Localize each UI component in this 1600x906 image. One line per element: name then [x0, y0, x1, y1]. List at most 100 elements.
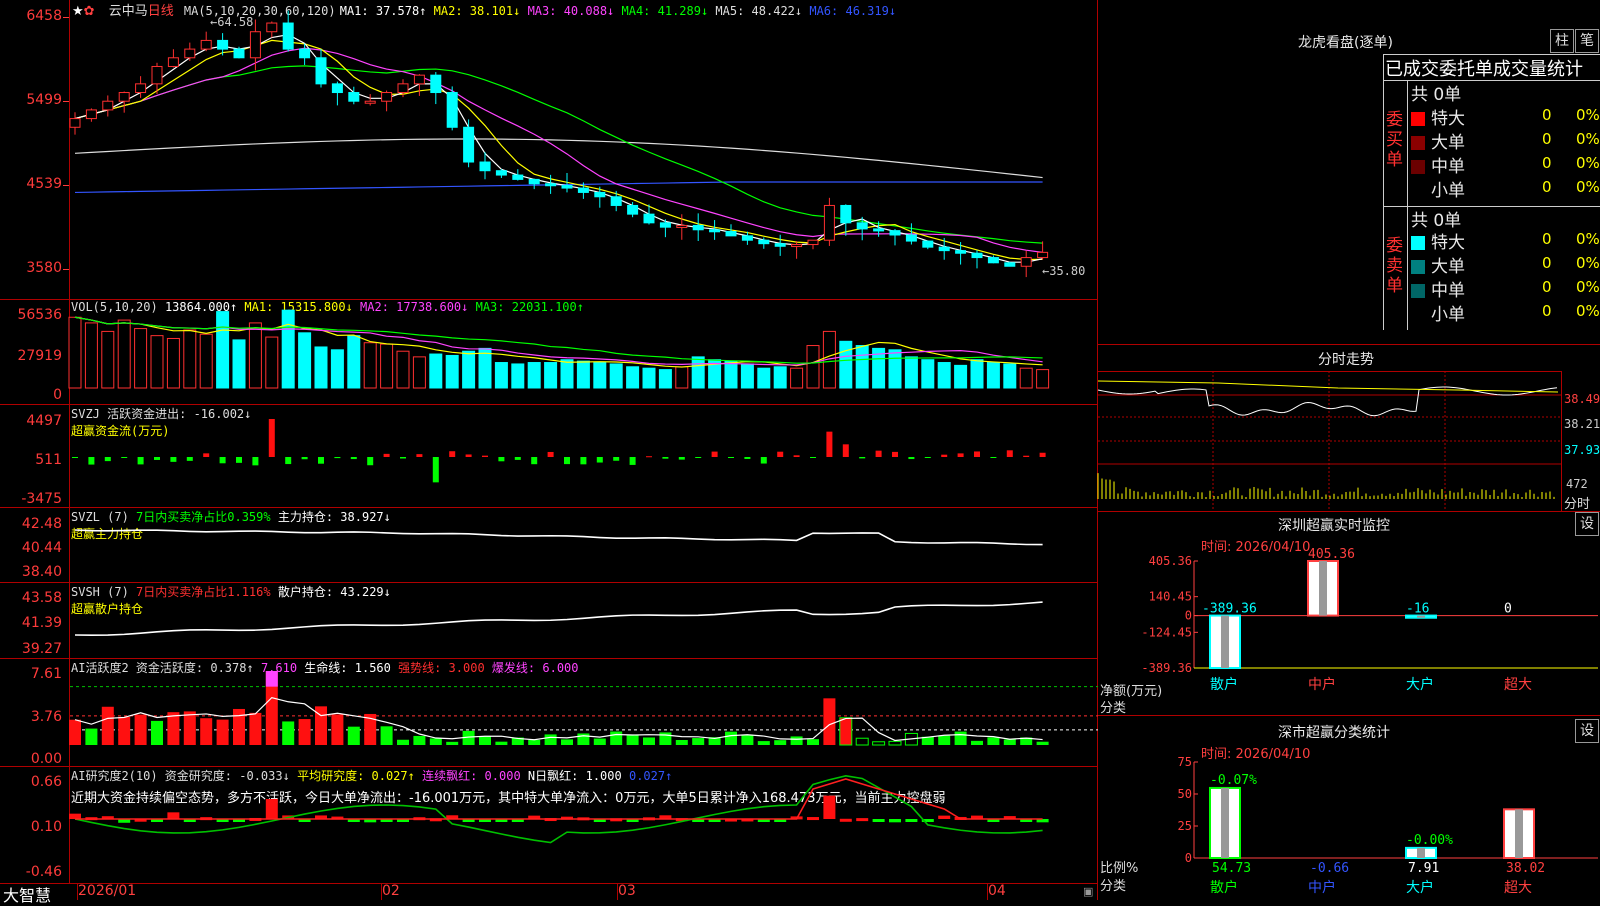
candle-body [971, 252, 983, 259]
flow-bar [121, 457, 128, 458]
candle-body [873, 228, 885, 232]
ai-active-ytick-1: 7.61 [30, 666, 62, 682]
ai-active-panel[interactable]: AI活跃度2 资金活跃度: 0.378↑ 7.610 生命线: 1.560 强势… [0, 659, 1098, 767]
svzj-chart[interactable] [70, 405, 1098, 507]
vol-bar [183, 329, 197, 389]
low-label: ←35.80 [1042, 264, 1086, 278]
vol-bar [429, 353, 443, 389]
sz-monitor-bar-label-4: 0 [1504, 602, 1512, 617]
active-bar [741, 735, 754, 745]
sz-class-ylabel: 比例% [1100, 861, 1139, 876]
active-bar [495, 741, 508, 745]
ai-research-chart[interactable] [69, 767, 1098, 883]
intraday-title: 分时走势 [1318, 352, 1374, 368]
ai-active-chart[interactable] [69, 659, 1098, 766]
active-bar [675, 740, 688, 745]
svzl-chart[interactable] [70, 508, 1098, 582]
buy-row-1: 特大 [1411, 104, 1465, 129]
bi-button[interactable]: 笔 [1575, 29, 1599, 53]
active-bar [888, 740, 902, 746]
active-bar [69, 719, 81, 745]
active-bar [528, 739, 541, 745]
flow-bar [498, 457, 505, 462]
flow-bar [1023, 455, 1030, 457]
research-bar [167, 812, 180, 819]
sz-class-chart[interactable]: 75 50 25 0 -0.07% 54.73 散户 -0.66 中户 -0.00% 7.91 大户 3… [1098, 715, 1600, 900]
active-bar [823, 698, 836, 745]
vol-ytick-1: 56536 [17, 307, 62, 323]
flow-bar [678, 457, 685, 460]
active-bar [183, 711, 196, 745]
lock-icon[interactable]: ▣ [1083, 885, 1093, 898]
svzj-panel[interactable]: SVZJ 活跃资金进出: -16.002↓ 超赢资金流(万元) 4497 511… [0, 405, 1098, 507]
buy-count-1: 0 [1542, 106, 1552, 124]
price-panel[interactable]: ★✿ 云中马日线 MA(5,10,20,30,60,120) MA1: 37.5… [0, 0, 1098, 299]
ai-research-panel[interactable]: AI研究度2(10) 资金研究度: -0.033↓ 平均研究度: 0.027↑ … [0, 767, 1098, 883]
flow-bar [613, 457, 620, 461]
vol-bar [462, 350, 476, 389]
sz-class-ytick-2: 50 [1178, 787, 1192, 801]
active-bar [561, 739, 573, 745]
active-bar [643, 737, 655, 745]
active-bar [659, 732, 672, 745]
candle-body [135, 83, 147, 94]
sz-class-ytick-4: 0 [1185, 851, 1192, 865]
vol-bar [921, 359, 935, 389]
active-bar [987, 737, 1000, 745]
candle-body [479, 161, 491, 172]
flow-bar [104, 457, 111, 462]
active-bar [101, 706, 114, 745]
active-bar [544, 734, 557, 745]
flow-bar [744, 457, 751, 459]
active-bar [938, 735, 951, 745]
flow-bar [285, 457, 292, 465]
active-bar [249, 712, 262, 745]
candle-body [758, 239, 770, 245]
intraday-vol-tick: 472 [1566, 477, 1588, 491]
intraday-chart[interactable] [1097, 371, 1561, 511]
vol-bar [806, 345, 820, 389]
sz-monitor-bar-label-1: -389.36 [1202, 602, 1257, 617]
active-bar [1036, 741, 1049, 745]
sz-monitor-chart[interactable]: 405.36 140.45 0 -124.45 -389.36 -389.36 散户 405.… [1098, 511, 1600, 711]
flow-bar [186, 457, 193, 461]
flow-bar [859, 457, 866, 459]
research-bar [265, 799, 278, 819]
svsh-panel[interactable]: SVSH (7) 7日内买卖净占比1.116% 散户持仓: 43.229↓ 超赢… [0, 583, 1098, 658]
svsh-chart[interactable] [70, 583, 1098, 658]
candle-body [709, 229, 721, 233]
zhu-button[interactable]: 柱 [1550, 29, 1574, 53]
candle-body [249, 31, 261, 59]
flow-bar [334, 457, 341, 459]
sell-count-1: 0 [1542, 230, 1552, 248]
flow-bar [695, 457, 702, 458]
price-ytick-1: 6458 [26, 8, 62, 24]
sz-monitor-ytick-5: -389.36 [1141, 661, 1192, 675]
candle-body [725, 231, 737, 237]
vol-bar [314, 346, 328, 389]
buy-label-3: 中单 [1431, 157, 1465, 177]
vol-chart[interactable] [68, 300, 1098, 404]
candle-body [397, 83, 409, 94]
flow-bar [941, 454, 948, 457]
candle-body [430, 74, 442, 94]
research-bar [856, 818, 869, 822]
price-chart[interactable] [69, 4, 1098, 299]
flow-bar [72, 457, 78, 458]
vol-panel[interactable]: VOL(5,10,20) 13864.000↑ MA1: 15315.800↓ … [0, 300, 1098, 404]
vol-bar [396, 350, 410, 389]
x-label-1: 2026/01 [78, 883, 137, 899]
sz-monitor-bar-shade-1 [1221, 615, 1229, 668]
main-chart-area[interactable]: ★✿ 云中马日线 MA(5,10,20,30,60,120) MA1: 37.5… [0, 0, 1098, 905]
active-bar [807, 739, 819, 745]
flow-bar [842, 444, 849, 457]
vol-bar [478, 347, 492, 389]
vol-bar [150, 335, 164, 389]
sz-class-bar-label-4: 38.02 [1506, 861, 1545, 876]
svzl-panel[interactable]: SVZL (7) 7日内买卖净占比0.359% 主力持仓: 38.927↓ 超赢… [0, 508, 1098, 582]
sz-class-xlabel: 分类 [1100, 879, 1127, 894]
high-label: ←64.58 [210, 15, 254, 29]
vol-bar [68, 316, 82, 389]
sell-swatch-3 [1411, 284, 1425, 298]
svzj-ytick-1: 4497 [26, 413, 62, 429]
